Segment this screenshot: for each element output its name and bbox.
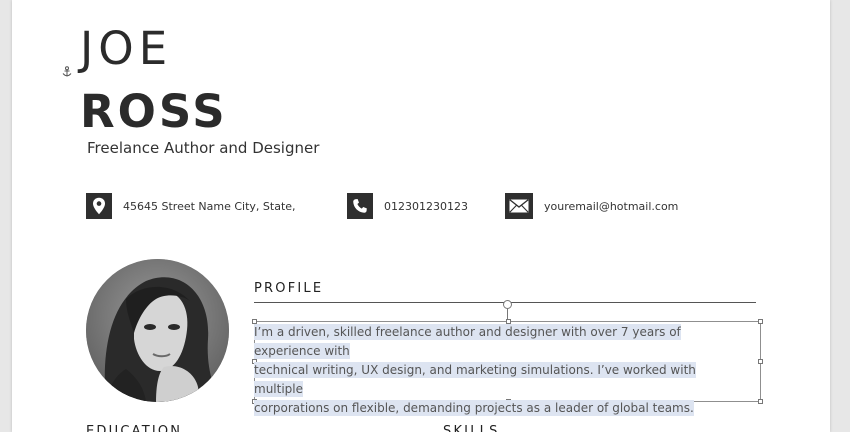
education-heading: EDUCATION	[86, 424, 183, 432]
job-title: Freelance Author and Designer	[87, 139, 320, 157]
contact-email: youremail@hotmail.com	[505, 193, 678, 219]
profile-line: corporations on flexible, demanding proj…	[254, 400, 694, 416]
email-icon	[505, 193, 533, 219]
last-name: ROSS	[80, 85, 228, 138]
profile-line: technical writing, UX design, and market…	[254, 362, 696, 397]
profile-heading: PROFILE	[254, 281, 324, 296]
rotate-handle[interactable]	[503, 300, 512, 309]
address-text: 45645 Street Name City, State,	[123, 199, 296, 213]
resize-handle-top-right[interactable]	[758, 319, 763, 324]
anchor-icon[interactable]	[61, 66, 73, 78]
contact-address: 45645 Street Name City, State,	[86, 193, 296, 219]
profile-paragraph[interactable]: I’m a driven, skilled freelance author a…	[254, 323, 744, 418]
resize-handle-bottom-right[interactable]	[758, 399, 763, 404]
document-canvas: JOE ROSS Freelance Author and Designer 4…	[0, 0, 850, 432]
email-text: youremail@hotmail.com	[544, 199, 679, 213]
phone-icon	[347, 193, 373, 219]
first-name: JOE	[80, 22, 173, 75]
skills-heading: SKILLS	[443, 424, 500, 432]
profile-line: I’m a driven, skilled freelance author a…	[254, 324, 681, 359]
profile-photo[interactable]	[86, 259, 229, 402]
resize-handle-right[interactable]	[758, 359, 763, 364]
phone-text: 012301230123	[384, 199, 468, 213]
contact-phone: 012301230123	[347, 193, 468, 219]
location-pin-icon	[86, 193, 112, 219]
document-page[interactable]: JOE ROSS Freelance Author and Designer 4…	[12, 0, 830, 432]
